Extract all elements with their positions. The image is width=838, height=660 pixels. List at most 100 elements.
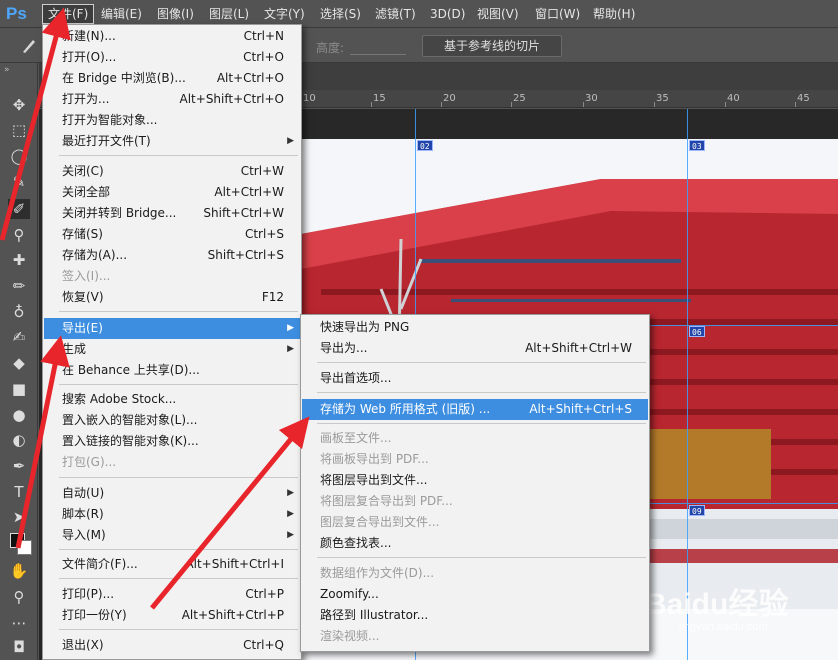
dodge-tool-icon[interactable]: ◐ xyxy=(8,430,30,450)
ruler-mark: 25 xyxy=(513,93,526,104)
hand-tool-icon[interactable]: ✋ xyxy=(8,561,30,581)
eraser-tool-icon[interactable]: ◆ xyxy=(8,353,30,373)
menu-item-quick-export-png[interactable]: 快速导出为 PNG xyxy=(302,317,648,338)
menu-item-close[interactable]: 关闭(C) Ctrl+W xyxy=(44,161,300,182)
menu-item-close-go-bridge[interactable]: 关闭并转到 Bridge... Shift+Ctrl+W xyxy=(44,203,300,224)
menu-item-zoomify[interactable]: Zoomify... xyxy=(302,584,648,605)
menu-item-artboards-to-files: 画板至文件... xyxy=(320,431,392,445)
quick-select-tool-icon[interactable]: ✎ xyxy=(8,172,30,192)
eyedropper-tool-icon[interactable]: ⚲ xyxy=(8,225,30,245)
menu-item-export-as[interactable]: 导出为... Alt+Shift+Ctrl+W xyxy=(302,338,648,359)
blur-tool-icon[interactable]: ● xyxy=(8,405,30,425)
menu-view[interactable]: 视图(V) xyxy=(472,4,524,24)
slice-tool-icon[interactable]: ✐ xyxy=(8,199,30,219)
menu-edit[interactable]: 编辑(E) xyxy=(96,4,147,24)
menu-item-render-video: 渲染视频... xyxy=(320,629,380,643)
menu-item-automate[interactable]: 自动(U) ▶ xyxy=(44,483,300,504)
watermark-url: jingyan.baidu.com xyxy=(679,621,768,633)
menu-item-file-info[interactable]: 文件简介(F)... Alt+Shift+Ctrl+I xyxy=(44,554,300,575)
marquee-tool-icon[interactable]: ⬚ xyxy=(8,120,30,140)
menu-item-exit[interactable]: 退出(X) Ctrl+Q xyxy=(44,635,300,656)
menu-type[interactable]: 文字(Y) xyxy=(259,4,310,24)
height-label: 高度: xyxy=(316,41,345,55)
menu-item-new[interactable]: 新建(N)... Ctrl+N xyxy=(44,26,300,47)
more-tools-icon[interactable]: ⋯ xyxy=(8,613,30,633)
menu-item-share-behance[interactable]: 在 Behance 上共享(D)... xyxy=(44,360,300,381)
pen-tool-icon[interactable]: ✒ xyxy=(8,456,30,476)
healing-tool-icon[interactable]: ✚ xyxy=(8,250,30,270)
menu-item-import[interactable]: 导入(M) ▶ xyxy=(44,525,300,546)
menu-image[interactable]: 图像(I) xyxy=(152,4,199,24)
menu-window[interactable]: 窗口(W) xyxy=(530,4,585,24)
type-tool-icon[interactable]: T xyxy=(8,482,30,502)
submenu-arrow-icon: ▶ xyxy=(287,530,294,540)
clone-stamp-tool-icon[interactable]: ♁ xyxy=(8,302,30,322)
brush-tool-icon[interactable]: ✏ xyxy=(8,276,30,296)
menu-item-open-recent[interactable]: 最近打开文件(T) ▶ xyxy=(44,131,300,152)
zoom-tool-icon[interactable]: ⚲ xyxy=(8,587,30,607)
menu-item-export-preferences[interactable]: 导出首选项... xyxy=(302,368,648,389)
photoshop-logo: Ps xyxy=(6,4,27,23)
menu-3d[interactable]: 3D(D) xyxy=(425,4,470,24)
menu-item-paths-to-illustrator[interactable]: 路径到 Illustrator... xyxy=(302,605,648,626)
height-input[interactable] xyxy=(350,37,406,55)
menu-item-revert[interactable]: 恢复(V) F12 xyxy=(44,287,300,308)
slice-tool-icon[interactable] xyxy=(20,37,38,55)
lasso-tool-icon[interactable]: ◯ xyxy=(8,146,30,166)
menu-item-export[interactable]: 导出(E) ▶ xyxy=(44,318,300,339)
submenu-arrow-icon: ▶ xyxy=(287,509,294,519)
path-select-tool-icon[interactable]: ➤ xyxy=(8,507,30,527)
menu-item-save-as[interactable]: 存储为(A)... Shift+Ctrl+S xyxy=(44,245,300,266)
background-color-swatch[interactable] xyxy=(17,540,32,555)
menu-item-generate[interactable]: 生成 ▶ xyxy=(44,339,300,360)
menu-item-browse-bridge[interactable]: 在 Bridge 中浏览(B)... Alt+Ctrl+O xyxy=(44,68,300,89)
menu-item-layers-to-files[interactable]: 将图层导出到文件... xyxy=(302,470,648,491)
menu-item-package: 打包(G)... xyxy=(62,455,117,469)
ruler-mark: 10 xyxy=(303,93,316,104)
slice-label[interactable]: 02 xyxy=(417,140,433,151)
menu-item-layer-comps-to-pdf: 将图层复合导出到 PDF... xyxy=(320,494,453,508)
menu-item-close-all[interactable]: 关闭全部 Alt+Ctrl+W xyxy=(44,182,300,203)
menu-filter[interactable]: 滤镜(T) xyxy=(370,4,421,24)
ruler-mark: 40 xyxy=(727,93,740,104)
export-submenu: 快速导出为 PNG 导出为... Alt+Shift+Ctrl+W 导出首选项..… xyxy=(300,314,650,652)
history-brush-tool-icon[interactable]: ✍ xyxy=(8,327,30,347)
menu-item-place-linked[interactable]: 置入链接的智能对象(K)... xyxy=(44,431,300,452)
menu-item-color-lookup-tables[interactable]: 颜色查找表... xyxy=(302,533,648,554)
menu-file[interactable]: 文件(F) xyxy=(42,4,95,24)
file-menu: 新建(N)... Ctrl+N 打开(O)... Ctrl+O 在 Bridge 中… xyxy=(42,24,302,660)
ruler-mark: 35 xyxy=(656,93,669,104)
menu-item-scripts[interactable]: 脚本(R) ▶ xyxy=(44,504,300,525)
ruler-mark: 20 xyxy=(443,93,456,104)
menu-item-data-sets-as-files: 数据组作为文件(D)... xyxy=(320,566,435,580)
watermark-brand: Baidu经验 xyxy=(645,588,789,621)
ruler-mark: 45 xyxy=(797,93,810,104)
panel-collapse-icon[interactable]: » xyxy=(4,65,10,75)
menu-layer[interactable]: 图层(L) xyxy=(204,4,254,24)
vertical-guide[interactable] xyxy=(687,109,688,660)
submenu-arrow-icon: ▶ xyxy=(287,323,294,333)
submenu-arrow-icon: ▶ xyxy=(287,136,294,146)
menu-item-print[interactable]: 打印(P)... Ctrl+P xyxy=(44,584,300,605)
slices-from-guides-button[interactable]: 基于参考线的切片 xyxy=(422,35,562,57)
menu-item-save[interactable]: 存储(S) Ctrl+S xyxy=(44,224,300,245)
slice-label[interactable]: 09 xyxy=(689,505,705,516)
menu-item-artboards-to-pdf: 将画板导出到 PDF... xyxy=(320,452,429,466)
slice-label[interactable]: 03 xyxy=(689,140,705,151)
menu-item-open-as[interactable]: 打开为... Alt+Shift+Ctrl+O xyxy=(44,89,300,110)
menu-help[interactable]: 帮助(H) xyxy=(588,4,640,24)
menu-item-search-adobe-stock[interactable]: 搜索 Adobe Stock... xyxy=(44,389,300,410)
menu-item-place-embedded[interactable]: 置入嵌入的智能对象(L)... xyxy=(44,410,300,431)
menu-item-open[interactable]: 打开(O)... Ctrl+O xyxy=(44,47,300,68)
menu-item-print-one-copy[interactable]: 打印一份(Y) Alt+Shift+Ctrl+P xyxy=(44,605,300,626)
menu-select[interactable]: 选择(S) xyxy=(315,4,366,24)
ruler-mark: 15 xyxy=(373,93,386,104)
submenu-arrow-icon: ▶ xyxy=(287,344,294,354)
slice-label[interactable]: 06 xyxy=(689,326,705,337)
quick-mask-icon[interactable]: ◘ xyxy=(8,637,30,657)
menu-item-save-for-web-legacy[interactable]: 存储为 Web 所用格式 (旧版) ... Alt+Shift+Ctrl+S xyxy=(302,399,648,420)
gradient-tool-icon[interactable]: ■ xyxy=(8,379,30,399)
menu-item-open-smart-object[interactable]: 打开为智能对象... xyxy=(44,110,300,131)
submenu-arrow-icon: ▶ xyxy=(287,488,294,498)
move-tool-icon[interactable]: ✥ xyxy=(8,95,30,115)
